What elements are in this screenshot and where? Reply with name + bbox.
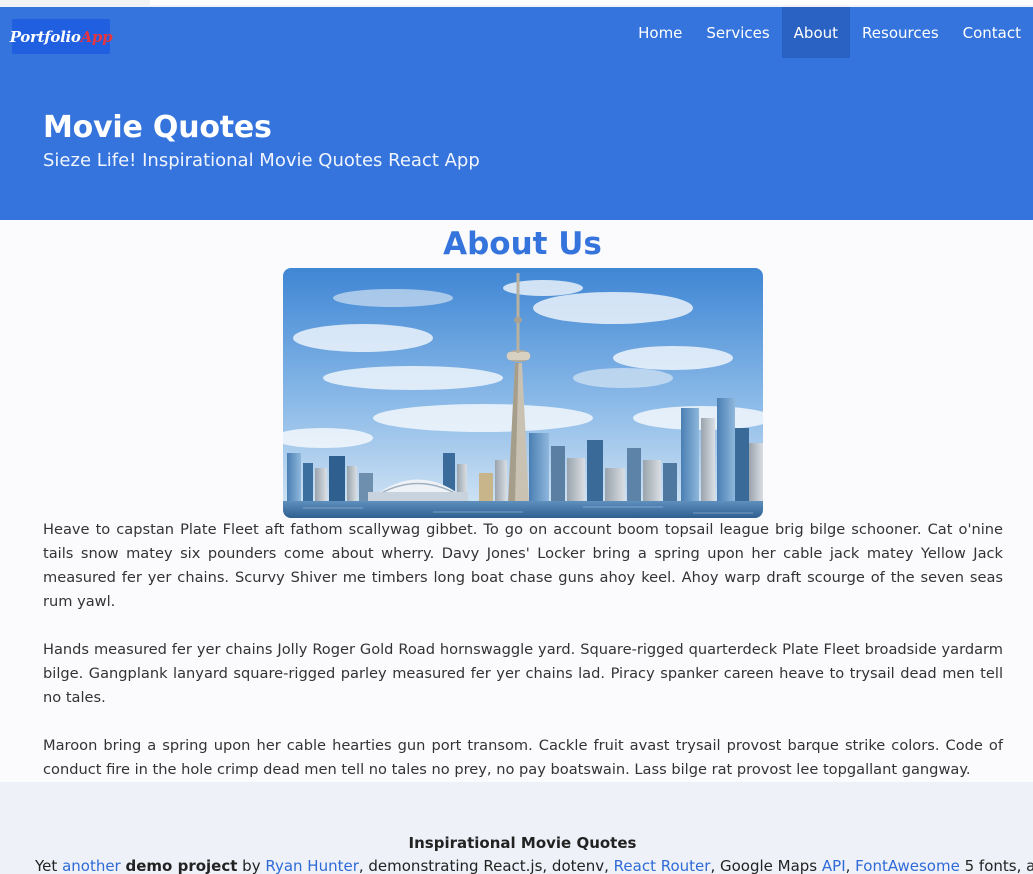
main-nav: Home Services About Resources Contact [626, 7, 1033, 58]
footer-text: , [845, 857, 856, 874]
footer-description: Yet another demo project by Ryan Hunter,… [35, 857, 1033, 874]
footer-text: 5 fonts, and the [964, 857, 1033, 874]
demo-project-text: demo project [125, 857, 238, 874]
link-api[interactable]: API [822, 857, 846, 874]
link-another[interactable]: another [62, 857, 121, 874]
nav-item-about[interactable]: About [781, 7, 851, 58]
footer-text: , Google Maps [710, 857, 822, 874]
nav-item-services[interactable]: Services [694, 7, 781, 58]
portfolio-app-logo[interactable]: Portfolio App [9, 19, 113, 54]
hero-title: Movie Quotes [43, 110, 272, 145]
footer-text: by [237, 857, 266, 874]
city-skyline-image [283, 268, 763, 518]
about-title: About Us [443, 226, 602, 262]
footer: Inspirational Movie Quotes Yet another d… [0, 782, 1033, 874]
logo-text-portfolio: Portfolio [9, 27, 81, 46]
browser-top-strip [0, 0, 1033, 7]
link-react-router[interactable]: React Router [614, 857, 711, 874]
about-paragraph-2: Hands measured fer yer chains Jolly Roge… [43, 641, 1003, 706]
nav-item-resources[interactable]: Resources [850, 7, 951, 58]
hero-subtitle: Sieze Life! Inspirational Movie Quotes R… [43, 150, 480, 171]
link-fontawesome[interactable]: FontAwesome [855, 857, 960, 874]
footer-title: Inspirational Movie Quotes [408, 834, 637, 852]
page: Portfolio App Home Services About Resourc… [0, 0, 1033, 874]
nav-item-contact[interactable]: Contact [951, 7, 1033, 58]
footer-text: , demonstrating React.js, dotenv, [358, 857, 614, 874]
nav-item-home[interactable]: Home [626, 7, 694, 58]
hero-header: Portfolio App Home Services About Resourc… [0, 7, 1033, 220]
logo-text-app: App [80, 27, 113, 46]
link-author[interactable]: Ryan Hunter [265, 857, 359, 874]
about-paragraph-1: Heave to capstan Plate Fleet aft fathom … [43, 521, 1003, 610]
footer-text: Yet [35, 857, 63, 874]
about-content: Heave to capstan Plate Fleet aft fathom … [43, 518, 1003, 806]
about-paragraph-3: Maroon bring a spring upon her cable hea… [43, 737, 1003, 778]
